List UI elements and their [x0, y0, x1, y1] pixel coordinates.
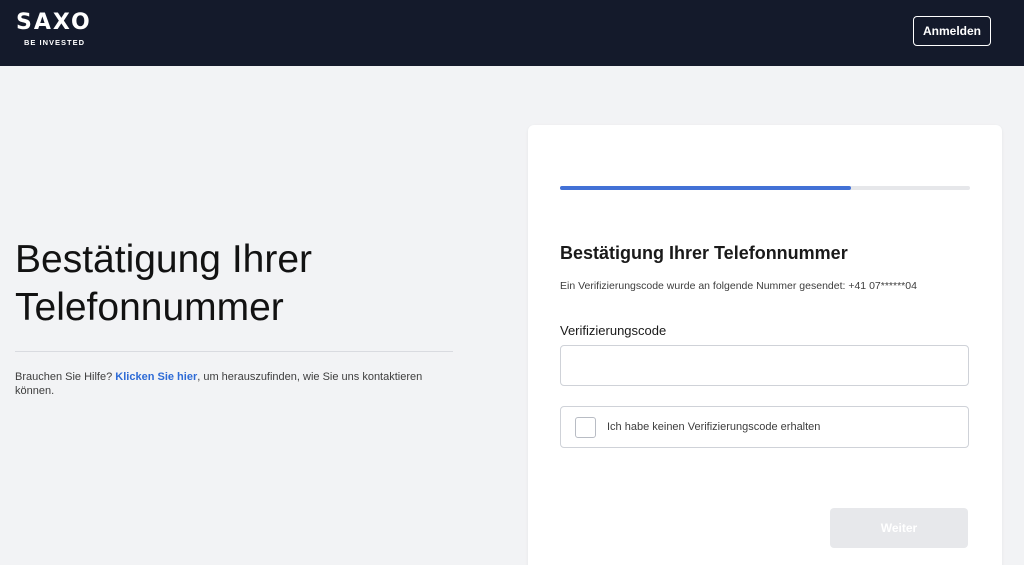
no-code-checkbox-row[interactable]: Ich habe keinen Verifizierungscode erhal… — [560, 406, 969, 448]
saxo-logo[interactable]: SAXO BE INVESTED — [16, 10, 92, 48]
sent-to-number-text: Ein Verifizierungscode wurde an folgende… — [560, 280, 917, 292]
help-contact-link[interactable]: Klicken Sie hier — [115, 371, 197, 383]
login-button[interactable]: Anmelden — [913, 16, 991, 46]
page-title-line-2: Telefonnummer — [15, 286, 284, 329]
verification-card: Bestätigung Ihrer Telefonnummer Ein Veri… — [528, 125, 1002, 565]
help-prefix: Brauchen Sie Hilfe? — [15, 371, 113, 383]
top-bar: SAXO BE INVESTED Anmelden — [0, 0, 1024, 66]
card-title: Bestätigung Ihrer Telefonnummer — [560, 243, 848, 263]
next-button[interactable]: Weiter — [830, 508, 968, 548]
verification-code-input[interactable] — [560, 345, 969, 386]
page-title-line-1: Bestätigung Ihrer — [15, 238, 313, 281]
progress-bar-fill — [560, 186, 852, 190]
progress-bar — [560, 186, 970, 190]
page-title: Bestätigung Ihrer Telefonnummer — [15, 236, 455, 332]
verification-code-label: Verifizierungscode — [560, 323, 667, 338]
logo-tagline: BE INVESTED — [24, 38, 86, 47]
divider — [15, 351, 453, 352]
no-code-checkbox[interactable] — [575, 417, 596, 438]
logo-wordmark: SAXO — [16, 10, 92, 35]
help-text: Brauchen Sie Hilfe? Klicken Sie hier, um… — [15, 370, 455, 398]
no-code-checkbox-label: Ich habe keinen Verifizierungscode erhal… — [607, 421, 821, 433]
